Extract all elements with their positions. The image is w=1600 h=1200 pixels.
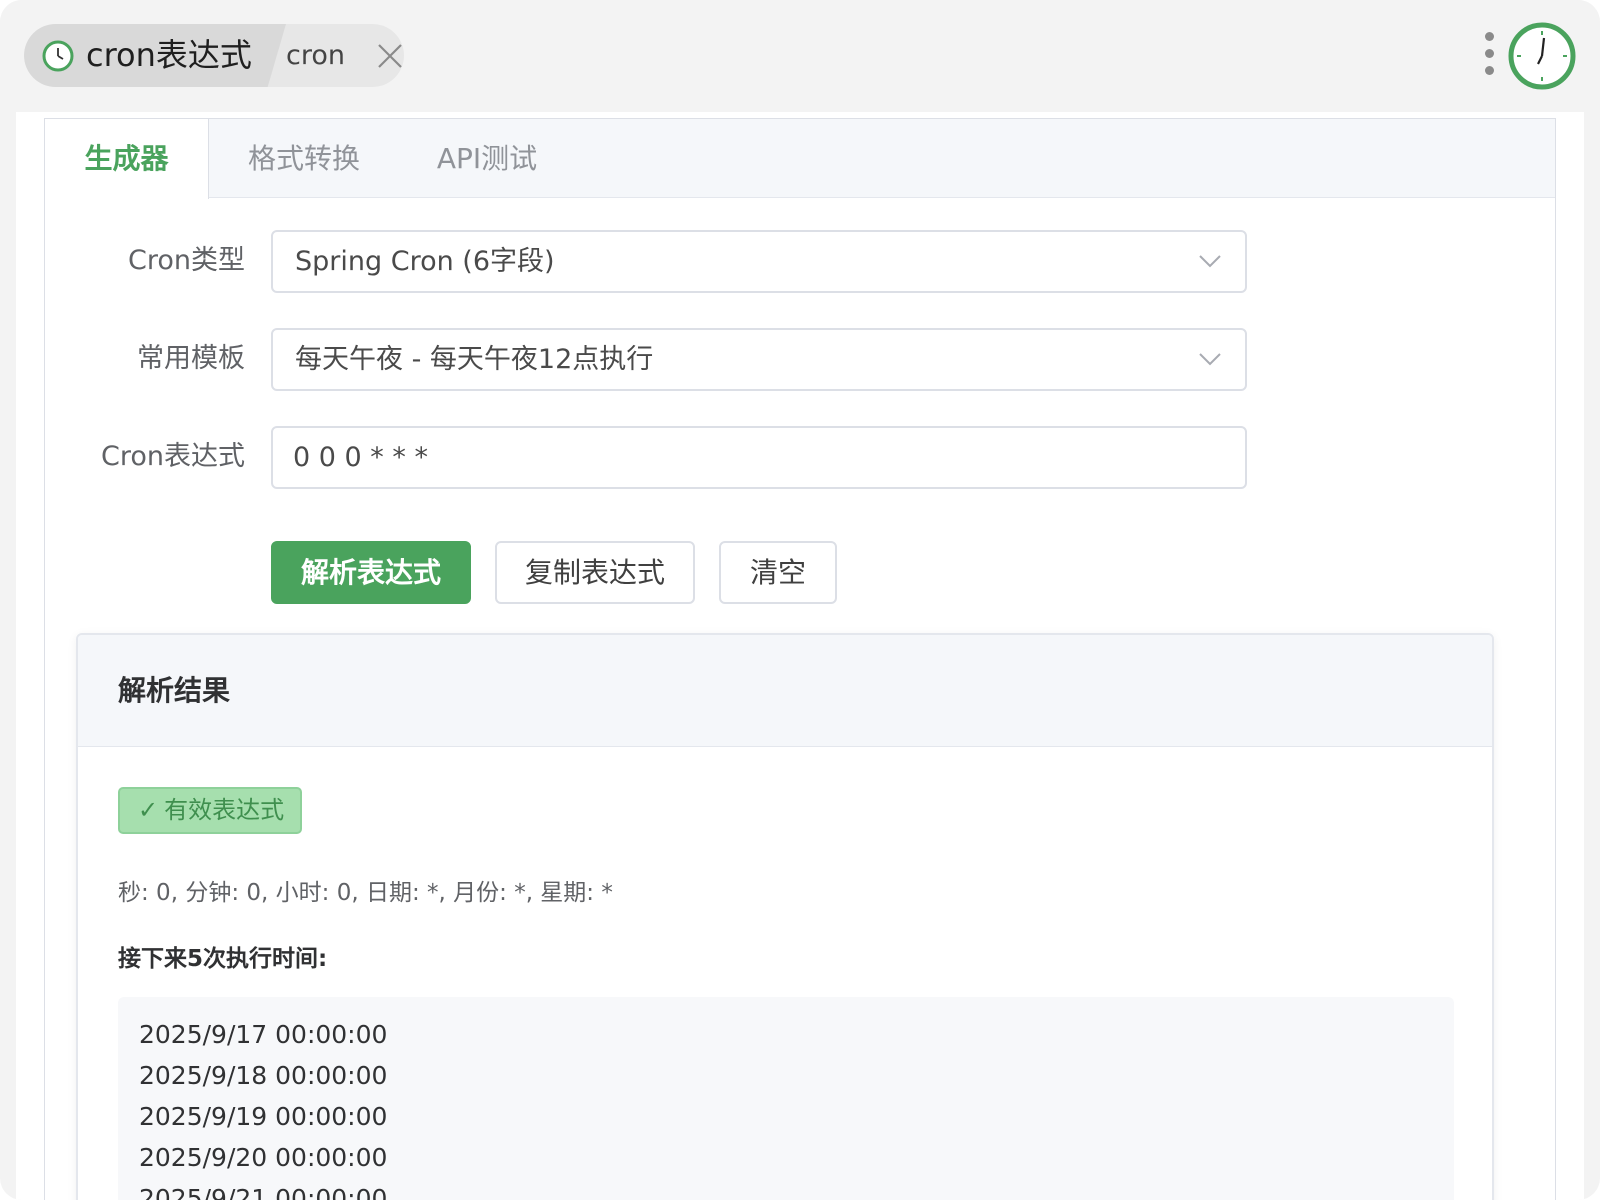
clock-logo-icon[interactable] xyxy=(1508,22,1576,90)
menu-dot xyxy=(1485,66,1494,75)
app-window: cron表达式 cron 生成器 格式转换 API测试 Cron类型 Sprin… xyxy=(0,0,1600,1200)
list-item: 2025/9/19 00:00:00 xyxy=(139,1102,388,1131)
parse-button[interactable]: 解析表达式 xyxy=(271,541,471,604)
list-item: 2025/9/21 00:00:00 xyxy=(139,1184,388,1200)
next-runs-list: 2025/9/17 00:00:00 2025/9/18 00:00:00 20… xyxy=(118,997,1454,1200)
next-runs-title: 接下来5次执行时间: xyxy=(118,946,328,972)
clear-button[interactable]: 清空 xyxy=(719,541,837,604)
template-value: 每天午夜 - 每天午夜12点执行 xyxy=(295,344,654,375)
list-item: 2025/9/18 00:00:00 xyxy=(139,1061,388,1090)
close-icon[interactable] xyxy=(377,43,403,69)
more-vertical-icon[interactable] xyxy=(1482,32,1496,76)
status-badge: ✓ 有效表达式 xyxy=(118,787,302,834)
title-bar: cron表达式 cron xyxy=(0,0,1600,112)
cron-type-value: Spring Cron (6字段) xyxy=(295,246,555,277)
cron-type-select[interactable]: Spring Cron (6字段) xyxy=(271,230,1247,293)
menu-dot xyxy=(1485,32,1494,41)
tab-generator[interactable]: 生成器 xyxy=(45,119,209,199)
search-keyword[interactable]: cron xyxy=(286,24,345,87)
result-title: 解析结果 xyxy=(118,674,231,707)
list-item: 2025/9/17 00:00:00 xyxy=(139,1020,388,1049)
list-item: 2025/9/20 00:00:00 xyxy=(139,1143,388,1172)
clock-icon xyxy=(42,40,74,72)
expression-value[interactable]: 0 0 0 * * * xyxy=(293,428,428,487)
copy-button[interactable]: 复制表达式 xyxy=(495,541,695,604)
chevron-down-icon xyxy=(1199,353,1221,366)
template-label: 常用模板 xyxy=(137,343,245,374)
search-pill[interactable]: cron表达式 cron xyxy=(24,24,404,87)
expression-input[interactable]: 0 0 0 * * * xyxy=(271,426,1247,489)
result-header: 解析结果 xyxy=(78,635,1492,747)
tab-format-convert[interactable]: 格式转换 xyxy=(229,119,379,198)
cron-type-label: Cron类型 xyxy=(128,245,245,276)
fields-description: 秒: 0, 分钟: 0, 小时: 0, 日期: *, 月份: *, 星期: * xyxy=(118,880,613,906)
chevron-down-icon xyxy=(1199,255,1221,268)
menu-dot xyxy=(1485,49,1494,58)
result-panel: 解析结果 ✓ 有效表达式 秒: 0, 分钟: 0, 小时: 0, 日期: *, 月… xyxy=(76,633,1494,1200)
plugin-content: 生成器 格式转换 API测试 Cron类型 Spring Cron (6字段) … xyxy=(16,112,1584,1200)
tab-api-test[interactable]: API测试 xyxy=(421,119,553,198)
tabs-card: 生成器 格式转换 API测试 Cron类型 Spring Cron (6字段) … xyxy=(44,118,1556,1200)
status-text: 有效表达式 xyxy=(164,796,285,824)
template-select[interactable]: 每天午夜 - 每天午夜12点执行 xyxy=(271,328,1247,391)
plugin-title: cron表达式 xyxy=(86,36,252,74)
check-icon: ✓ xyxy=(138,796,159,824)
expression-label: Cron表达式 xyxy=(101,441,245,472)
tabs-header: 生成器 格式转换 API测试 xyxy=(45,119,1555,199)
